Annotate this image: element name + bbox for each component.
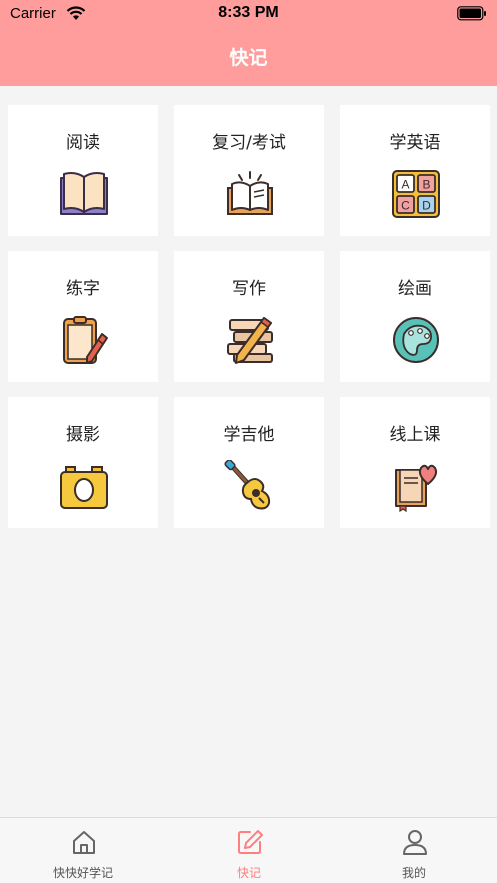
card-label: 学吉他	[223, 425, 275, 445]
abcd-blocks-icon: A B C D	[392, 170, 440, 218]
status-bar: Carrier 8:33 PM	[0, 0, 497, 28]
category-card-learn-english[interactable]: 学英语 A B C D	[340, 105, 490, 236]
palette-icon	[393, 317, 439, 363]
card-label: 复习/考试	[212, 133, 286, 153]
battery-icon	[457, 6, 486, 21]
tab-quick-note[interactable]: 快记	[166, 818, 332, 883]
block-letter: D	[422, 199, 431, 213]
category-card-photography[interactable]: 摄影	[8, 397, 158, 528]
block-letter: A	[401, 178, 409, 192]
card-label: 绘画	[398, 279, 432, 299]
tab-label: 我的	[401, 866, 426, 880]
category-card-guitar[interactable]: 学吉他	[174, 397, 324, 528]
book-heart-icon	[395, 464, 438, 512]
books-pencil-icon	[227, 316, 273, 364]
card-label: 练字	[66, 279, 100, 299]
category-card-online-class[interactable]: 线上课	[340, 397, 490, 528]
category-card-reading[interactable]: 阅读	[8, 105, 158, 236]
tab-label: 快快好学记	[52, 866, 113, 880]
tab-bar: 快快好学记 快记 我的	[0, 817, 497, 883]
clock: 8:33 PM	[218, 4, 279, 21]
card-label: 线上课	[389, 425, 441, 445]
open-book-icon	[60, 172, 108, 215]
app-header: Carrier 8:33 PM 快记	[0, 0, 497, 86]
block-letter: B	[422, 178, 430, 192]
home-icon	[73, 831, 95, 854]
card-label: 写作	[232, 279, 266, 299]
card-label: 阅读	[66, 133, 100, 153]
category-card-writing[interactable]: 写作	[174, 251, 324, 382]
page-title: 快记	[229, 47, 268, 69]
user-icon	[403, 830, 427, 855]
edit-icon	[238, 830, 263, 854]
study-book-icon	[227, 171, 273, 215]
card-label: 摄影	[66, 425, 100, 445]
camera-icon	[60, 466, 108, 509]
block-letter: C	[401, 199, 410, 213]
card-label: 学英语	[389, 133, 441, 153]
clipboard-pencil-icon	[63, 316, 108, 364]
guitar-icon	[224, 460, 271, 510]
category-card-review-exam[interactable]: 复习/考试	[174, 105, 324, 236]
category-card-painting[interactable]: 绘画	[340, 251, 490, 382]
tab-label: 快记	[236, 866, 261, 880]
tab-me[interactable]: 我的	[331, 818, 497, 883]
category-card-calligraphy[interactable]: 练字	[8, 251, 158, 382]
tab-home[interactable]: 快快好学记	[0, 818, 166, 883]
